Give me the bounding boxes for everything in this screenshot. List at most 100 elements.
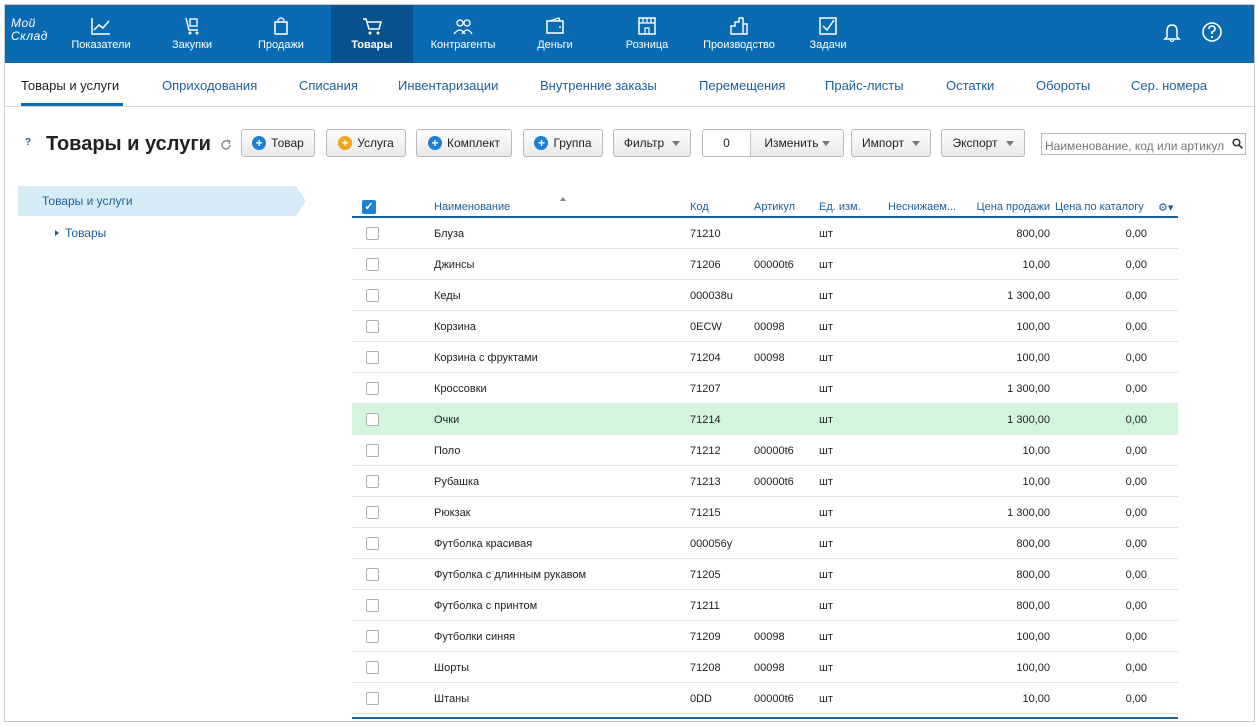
subnav-turnover[interactable]: Обороты bbox=[1036, 78, 1090, 93]
subnav-stock[interactable]: Остатки bbox=[946, 78, 994, 93]
cell-name[interactable]: Очки bbox=[434, 414, 459, 426]
table-row[interactable]: Джинсы 71206 00000t6 шт 10,00 0,00 bbox=[352, 249, 1178, 280]
expand-arrow-icon[interactable] bbox=[55, 230, 59, 236]
row-checkbox[interactable] bbox=[366, 568, 379, 581]
row-checkbox[interactable] bbox=[366, 506, 379, 519]
row-checkbox[interactable] bbox=[366, 289, 379, 302]
table-row[interactable]: Рюкзак 71215 шт 1 300,00 0,00 bbox=[352, 497, 1178, 528]
nav-counterparties[interactable]: Контрагенты bbox=[425, 5, 501, 63]
add-kit-button[interactable]: + Комплект bbox=[416, 129, 512, 157]
table-row[interactable]: Рубашка 71213 00000t6 шт 10,00 0,00 bbox=[352, 466, 1178, 497]
add-group-button[interactable]: + Группа bbox=[523, 129, 603, 157]
page-help-icon[interactable]: ? bbox=[25, 137, 31, 148]
subnav-writeoffs[interactable]: Списания bbox=[299, 78, 358, 93]
cell-name[interactable]: Шорты bbox=[434, 662, 469, 674]
row-checkbox[interactable] bbox=[366, 413, 379, 426]
subnav-inventory[interactable]: Инвентаризации bbox=[398, 78, 498, 93]
table-row[interactable]: Футболки синяя 71209 00098 шт 100,00 0,00 bbox=[352, 621, 1178, 652]
cell-name[interactable]: Корзина bbox=[434, 321, 476, 333]
row-checkbox[interactable] bbox=[366, 227, 379, 240]
table-row[interactable]: Поло 71212 00000t6 шт 10,00 0,00 bbox=[352, 435, 1178, 466]
table-row[interactable]: Футболка красивая 000056y шт 800,00 0,00 bbox=[352, 528, 1178, 559]
column-sale-price[interactable]: Цена продажи bbox=[970, 201, 1051, 213]
cell-sale-price: 10,00 bbox=[1022, 259, 1050, 271]
import-button[interactable]: Импорт bbox=[851, 129, 931, 157]
nav-sales[interactable]: Продажи bbox=[249, 5, 313, 63]
row-checkbox[interactable] bbox=[366, 258, 379, 271]
column-code[interactable]: Код bbox=[690, 201, 709, 213]
nav-retail[interactable]: Розница bbox=[616, 5, 678, 63]
cell-name[interactable]: Рюкзак bbox=[434, 507, 471, 519]
row-checkbox[interactable] bbox=[366, 692, 379, 705]
cell-name[interactable]: Рубашка bbox=[434, 476, 479, 488]
select-all-checkbox[interactable]: ✓ bbox=[362, 200, 376, 214]
subnav-serial-numbers[interactable]: Сер. номера bbox=[1131, 78, 1207, 93]
logo[interactable]: Мой Склад bbox=[11, 17, 48, 43]
row-checkbox[interactable] bbox=[366, 444, 379, 457]
folder-item-products[interactable]: Товары bbox=[55, 226, 106, 240]
cell-name[interactable]: Поло bbox=[434, 445, 460, 457]
subnav-receipts[interactable]: Оприходования bbox=[162, 78, 257, 93]
cell-name[interactable]: Штаны bbox=[434, 693, 469, 705]
cell-name[interactable]: Корзина с фруктами bbox=[434, 352, 538, 364]
subnav-products-services[interactable]: Товары и услуги bbox=[21, 78, 119, 93]
help-icon[interactable] bbox=[1201, 21, 1223, 43]
table-row[interactable]: Блуза 71210 шт 800,00 0,00 bbox=[352, 218, 1178, 249]
search-input[interactable] bbox=[1041, 133, 1246, 155]
bulk-change-control[interactable]: 0 Изменить bbox=[702, 129, 844, 157]
row-checkbox[interactable] bbox=[366, 599, 379, 612]
column-name[interactable]: Наименование bbox=[434, 201, 510, 213]
cell-name[interactable]: Кроссовки bbox=[434, 383, 487, 395]
table-row[interactable]: Футболка с длинным рукавом 71205 шт 800,00 0… bbox=[352, 559, 1178, 590]
add-product-button[interactable]: + Товар bbox=[241, 129, 315, 157]
change-button[interactable]: Изменить bbox=[751, 130, 843, 156]
cell-name[interactable]: Футболка с принтом bbox=[434, 600, 537, 612]
table-row[interactable]: Футболка с принтом 71211 шт 800,00 0,00 bbox=[352, 590, 1178, 621]
nav-purchases[interactable]: Закупки bbox=[162, 5, 222, 63]
row-checkbox[interactable] bbox=[366, 320, 379, 333]
cell-code: 71209 bbox=[690, 631, 721, 643]
cell-name[interactable]: Футболки синяя bbox=[434, 631, 515, 643]
cell-name[interactable]: Футболка красивая bbox=[434, 538, 532, 550]
cell-name[interactable]: Блуза bbox=[434, 228, 464, 240]
cell-name[interactable]: Футболка с длинным рукавом bbox=[434, 569, 586, 581]
table-row[interactable]: Очки 71214 шт 1 300,00 0,00 bbox=[352, 404, 1178, 435]
filter-button[interactable]: Фильтр bbox=[613, 129, 691, 157]
nav-production[interactable]: Производство bbox=[698, 5, 780, 63]
table-row[interactable]: Кроссовки 71207 шт 1 300,00 0,00 bbox=[352, 373, 1178, 404]
row-checkbox[interactable] bbox=[366, 351, 379, 364]
subnav-price-lists[interactable]: Прайс-листы bbox=[825, 78, 904, 93]
row-checkbox[interactable] bbox=[366, 661, 379, 674]
column-settings-icon[interactable]: ⚙▾ bbox=[1158, 201, 1173, 214]
table-row[interactable]: Кеды 000038u шт 1 300,00 0,00 bbox=[352, 280, 1178, 311]
nav-indicators[interactable]: Показатели bbox=[65, 5, 137, 63]
column-unit[interactable]: Ед. изм. bbox=[819, 201, 861, 213]
nav-money[interactable]: Деньги bbox=[526, 5, 584, 63]
row-checkbox[interactable] bbox=[366, 537, 379, 550]
cell-name[interactable]: Кеды bbox=[434, 290, 461, 302]
table-row[interactable]: Корзина с фруктами 71204 00098 шт 100,00 0,00 bbox=[352, 342, 1178, 373]
bell-icon[interactable] bbox=[1161, 21, 1183, 43]
folder-tree-root[interactable]: Товары и услуги bbox=[18, 186, 306, 216]
row-checkbox[interactable] bbox=[366, 475, 379, 488]
subnav-internal-orders[interactable]: Внутренние заказы bbox=[540, 78, 657, 93]
table-row[interactable]: Штаны 0DD 00000t6 шт 10,00 0,00 bbox=[352, 683, 1178, 714]
cell-name[interactable]: Джинсы bbox=[434, 259, 474, 271]
add-service-button[interactable]: + Услуга bbox=[326, 129, 406, 157]
nav-tasks[interactable]: Задачи bbox=[803, 5, 853, 63]
plus-icon: + bbox=[428, 136, 443, 150]
nav-products[interactable]: Товары bbox=[331, 5, 413, 63]
subnav-transfers[interactable]: Перемещения bbox=[699, 78, 785, 93]
row-checkbox[interactable] bbox=[366, 630, 379, 643]
cell-code: 000056y bbox=[690, 538, 733, 550]
export-button[interactable]: Экспорт bbox=[941, 129, 1025, 157]
row-checkbox[interactable] bbox=[366, 382, 379, 395]
table-row[interactable]: Шорты 71208 00098 шт 100,00 0,00 bbox=[352, 652, 1178, 683]
column-min-balance[interactable]: Неснижаем... bbox=[888, 201, 956, 213]
table-row[interactable]: Корзина 0ECW 00098 шт 100,00 0,00 bbox=[352, 311, 1178, 342]
search-icon[interactable] bbox=[1232, 138, 1243, 149]
refresh-icon[interactable] bbox=[220, 139, 232, 151]
column-article[interactable]: Артикул bbox=[754, 201, 795, 213]
table-bottom-border bbox=[352, 717, 1178, 719]
column-catalog-price[interactable]: Цена по каталогу bbox=[1055, 201, 1144, 213]
